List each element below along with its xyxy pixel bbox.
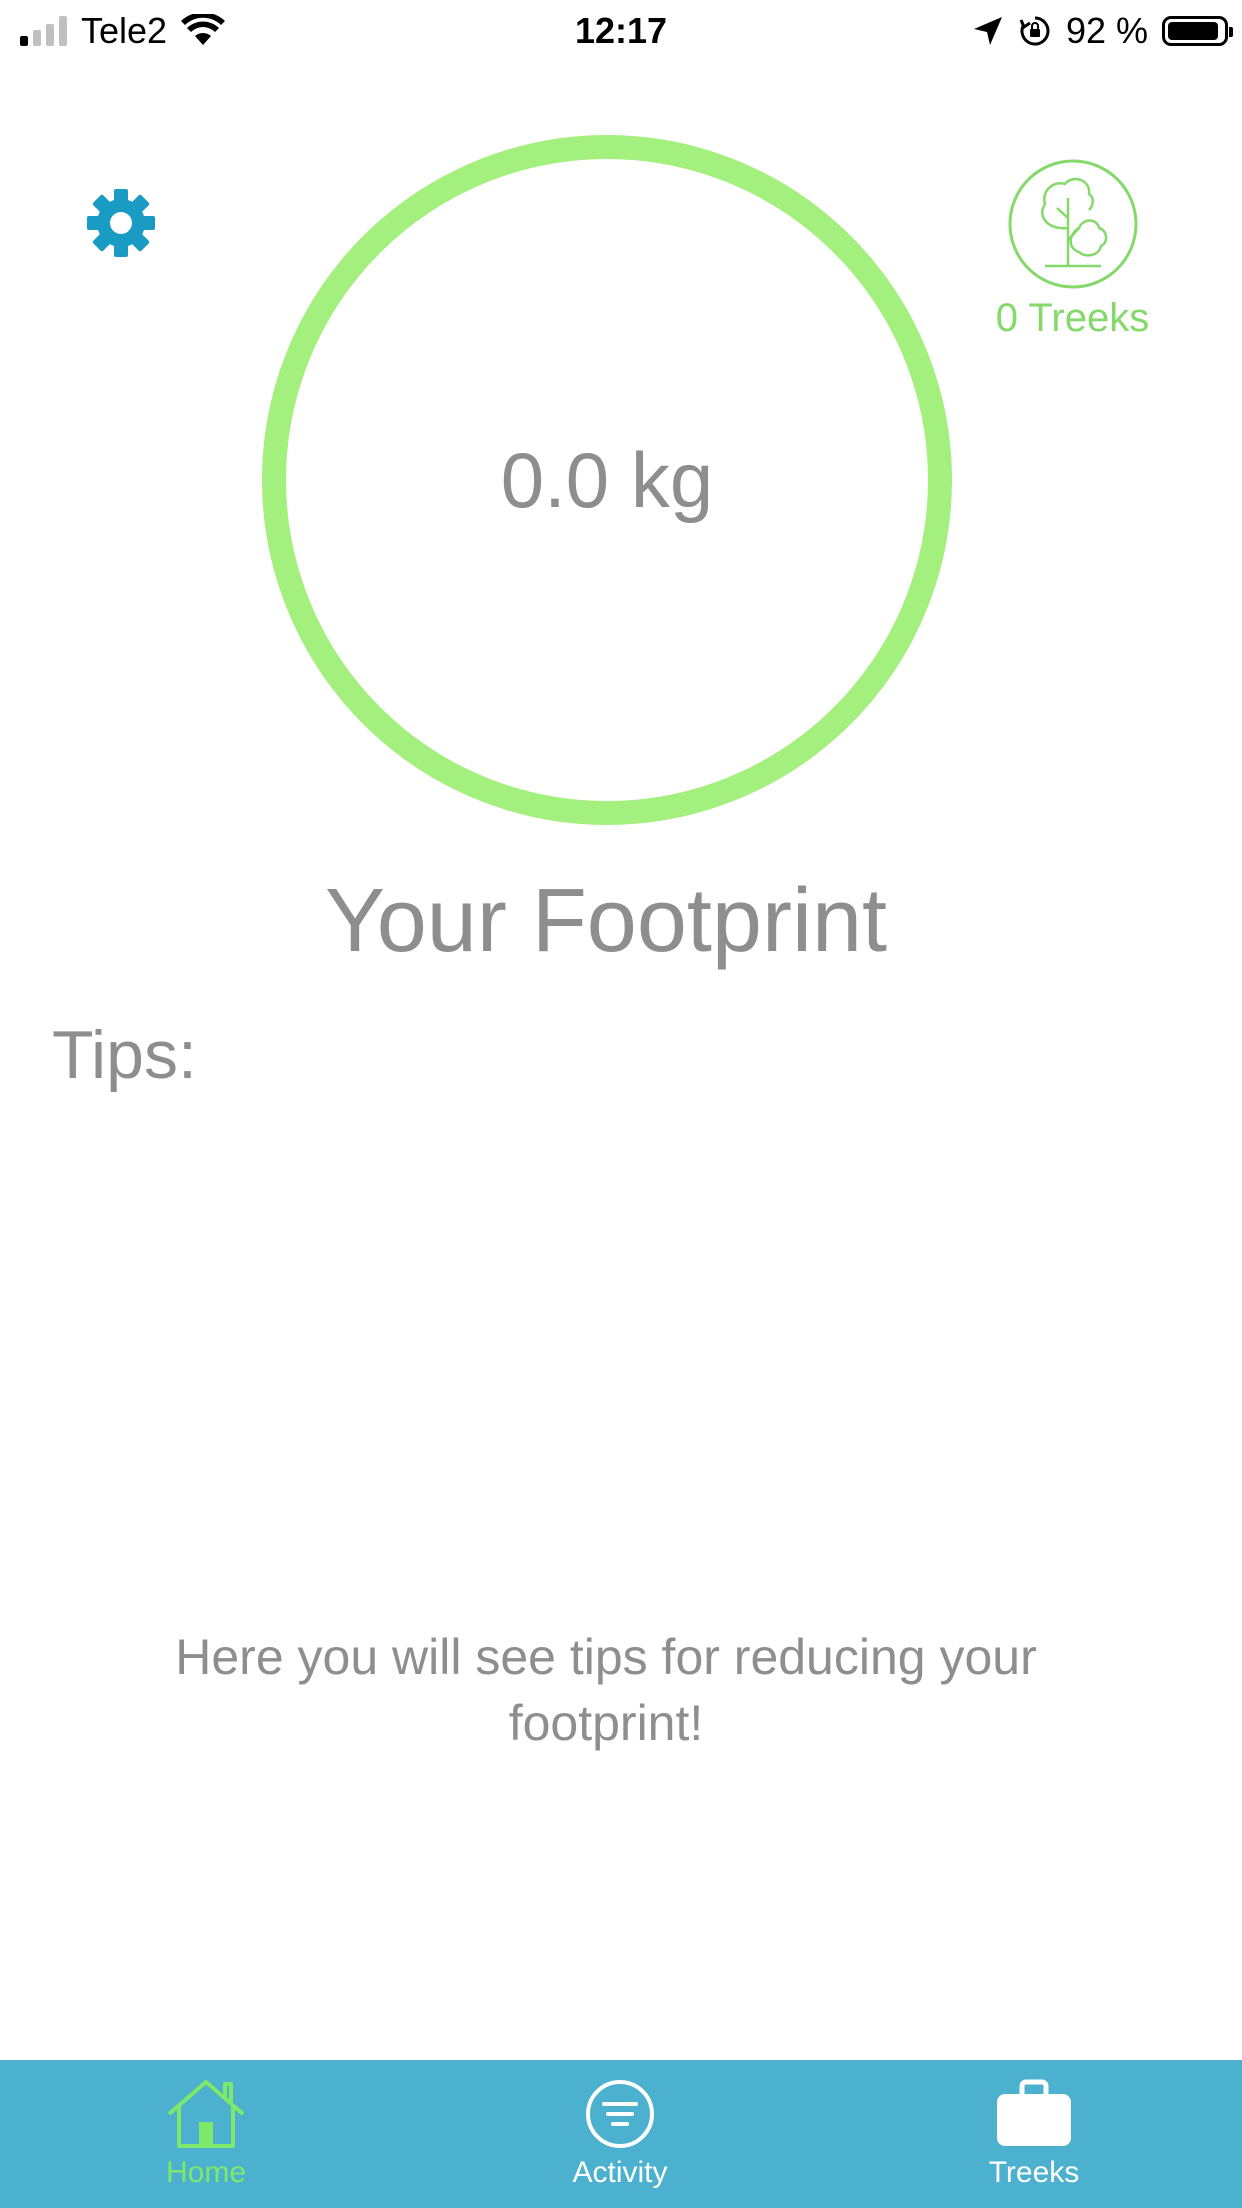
tab-activity[interactable]: Activity [500,2060,740,2208]
home-screen: Tele2 12:17 92 % 0 Treeks 0.0 kg Your Fo… [0,0,1242,2208]
tab-treeks-label: Treeks [988,2156,1080,2189]
footprint-value: 0.0 kg [500,435,714,524]
tab-activity-label: Activity [572,2156,668,2189]
tab-home-label: Home [165,2156,247,2189]
location-arrow-icon [973,17,1002,45]
treeks-badge[interactable]: 0 Treeks [985,158,1160,341]
footprint-title: Your Footprint [324,871,888,971]
battery-level [1168,22,1218,40]
tab-treeks[interactable]: Treeks [914,2060,1154,2208]
tree-icon [1008,159,1137,289]
tips-heading: Tips: [52,1017,197,1093]
tab-bar: Home Activity Treeks [0,2060,1242,2208]
home-icon [167,2080,245,2148]
battery-percent: 92 % [1065,10,1148,51]
briefcase-icon [997,2079,1071,2146]
status-bar: Tele2 12:17 92 % [0,0,1242,62]
battery-icon [1162,16,1233,46]
treeks-count: 0 Treeks [995,296,1150,340]
rotation-lock-icon [1019,16,1050,46]
activity-icon [586,2080,654,2148]
tips-placeholder: Here you will see tips for reducing your… [175,1629,1037,1751]
status-bar-right: 92 % [972,8,1233,54]
gear-icon [87,189,155,257]
settings-button[interactable] [84,186,158,260]
tab-home[interactable]: Home [86,2060,326,2208]
